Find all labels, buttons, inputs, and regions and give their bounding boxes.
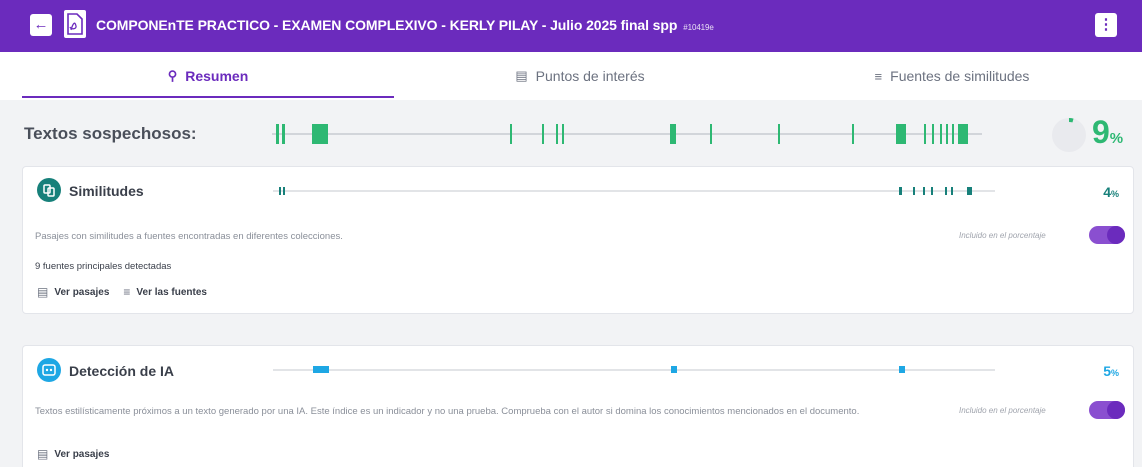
- view-passages-label: Ver pasajes: [54, 286, 110, 298]
- view-sources-link[interactable]: ≡ Ver las fuentes: [123, 285, 207, 299]
- similarities-card: Similitudes 4% Pasajes con similitudes a…: [22, 166, 1134, 314]
- document-title-text: COMPONEnTE PRACTICO - EXAMEN COMPLEXIVO …: [96, 17, 678, 33]
- similarities-actions: ▤ Ver pasajes ≡ Ver las fuentes: [37, 285, 207, 299]
- similarities-description: Pasajes con similitudes a fuentes encont…: [35, 231, 343, 242]
- ai-detection-description: Textos estilísticamente próximos a un te…: [35, 406, 860, 417]
- document-id: #10419e: [683, 23, 714, 32]
- similarity-icon: [37, 178, 61, 202]
- arrow-left-icon: ←: [33, 16, 49, 33]
- back-button[interactable]: ←: [30, 14, 52, 36]
- ai-detection-actions: ▤ Ver pasajes: [37, 447, 109, 461]
- toggle-knob: [1107, 226, 1125, 244]
- toggle-knob: [1107, 401, 1125, 419]
- ai-detection-title: Detección de IA: [69, 363, 175, 379]
- kebab-menu-icon: ⋮: [1098, 16, 1114, 33]
- tab-bar: ⚲ Resumen ▤ Puntos de interés ≡ Fuentes …: [0, 52, 1142, 100]
- tab-resumen[interactable]: ⚲ Resumen: [22, 52, 394, 100]
- tab-puntos-de-interes[interactable]: ▤ Puntos de interés: [394, 52, 766, 100]
- view-passages-label: Ver pasajes: [54, 448, 110, 460]
- suspicious-passages-track[interactable]: [272, 116, 992, 152]
- suspicious-texts-label: Textos sospechosos:: [24, 124, 197, 143]
- list-icon: ≡: [123, 285, 131, 299]
- score-ring: [1052, 118, 1086, 152]
- included-in-percentage-label: Incluido en el porcentaje: [959, 406, 1046, 415]
- document-icon: ▤: [515, 68, 528, 83]
- title-bar: ← COMPONEnTE PRACTICO - EXAMEN COMPLEXIV…: [0, 0, 1142, 52]
- ai-passages-track[interactable]: [273, 358, 1003, 382]
- suspicious-percent-value: 9: [1092, 114, 1110, 150]
- percent-sign: %: [1110, 189, 1119, 199]
- document-icon: ▤: [37, 447, 49, 461]
- ai-detection-card: Detección de IA 5% Textos estilísticamen…: [22, 345, 1134, 467]
- similarities-title: Similitudes: [69, 183, 144, 199]
- tab-fuentes-de-similitudes[interactable]: ≡ Fuentes de similitudes: [766, 52, 1138, 100]
- view-sources-label: Ver las fuentes: [136, 286, 207, 298]
- magnifier-icon: ⚲: [167, 68, 178, 83]
- included-in-percentage-label: Incluido en el porcentaje: [959, 231, 1046, 240]
- top-sources-count: 9 fuentes principales detectadas: [35, 261, 172, 272]
- document-icon: ▤: [37, 285, 49, 299]
- suspicious-texts-row: Textos sospechosos: 9%: [0, 104, 1142, 162]
- percent-sign: %: [1109, 130, 1124, 147]
- similarities-percentage: 4%: [1103, 184, 1119, 200]
- pdf-file-icon: [64, 10, 86, 38]
- list-icon: ≡: [874, 68, 883, 84]
- percent-sign: %: [1110, 368, 1119, 378]
- ai-percent-value: 5: [1103, 363, 1111, 379]
- view-passages-link[interactable]: ▤ Ver pasajes: [37, 285, 109, 299]
- document-title: COMPONEnTE PRACTICO - EXAMEN COMPLEXIVO …: [96, 17, 714, 33]
- menu-button[interactable]: ⋮: [1095, 13, 1117, 37]
- ai-detection-icon: [37, 358, 61, 382]
- ai-include-toggle[interactable]: [1089, 401, 1125, 419]
- tab-label: Puntos de interés: [535, 68, 645, 84]
- similarities-include-toggle[interactable]: [1089, 226, 1125, 244]
- active-tab-indicator: [22, 96, 394, 98]
- suspicious-percentage: 9%: [1092, 114, 1123, 151]
- tab-label: Resumen: [185, 68, 249, 84]
- similarities-passages-track[interactable]: [273, 179, 1003, 203]
- ai-detection-percentage: 5%: [1103, 363, 1119, 379]
- view-passages-link[interactable]: ▤ Ver pasajes: [37, 447, 109, 461]
- tab-label: Fuentes de similitudes: [890, 68, 1030, 84]
- similarities-percent-value: 4: [1103, 184, 1111, 200]
